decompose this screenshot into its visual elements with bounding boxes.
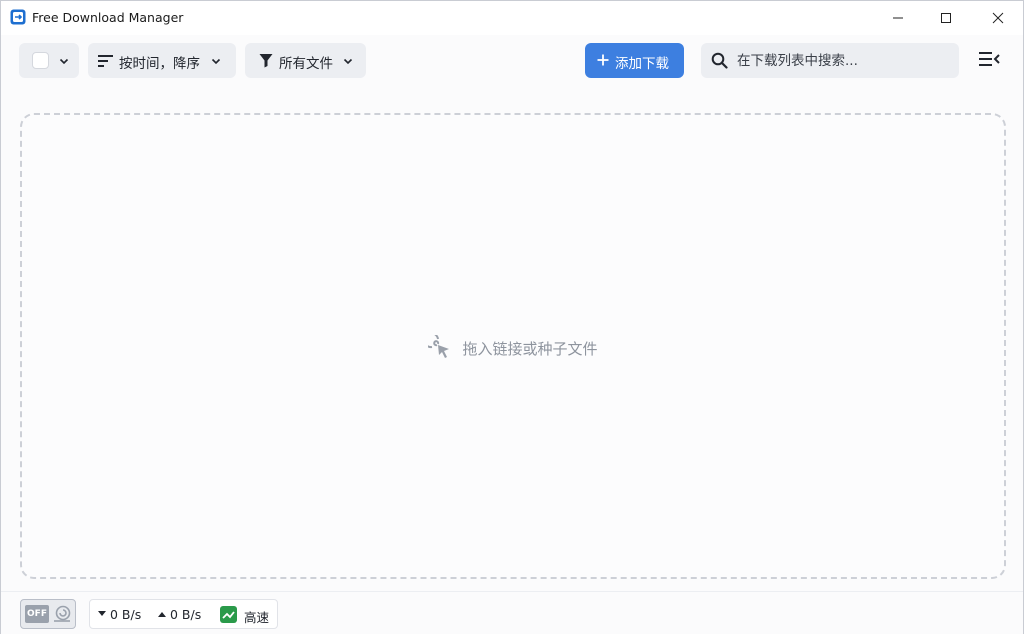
search-box[interactable] xyxy=(701,43,959,78)
status-bar: OFF 0 B/s 0 B/s 高速 xyxy=(1,591,1023,634)
chevron-down-icon xyxy=(59,58,69,65)
download-arrow-icon xyxy=(98,611,106,616)
minimize-icon xyxy=(893,17,903,19)
title-bar[interactable]: Free Download Manager xyxy=(1,1,1023,35)
drop-hint: 拖入链接或种子文件 xyxy=(22,334,1004,362)
chevron-down-icon xyxy=(211,58,221,65)
filter-label: 所有文件 xyxy=(279,56,333,72)
download-speed: 0 B/s xyxy=(110,607,142,622)
search-input[interactable] xyxy=(737,50,947,72)
menu-collapse-icon xyxy=(979,52,1000,66)
trend-up-icon xyxy=(220,606,237,623)
close-icon xyxy=(992,12,1004,24)
cursor-click-icon xyxy=(428,335,454,361)
add-download-button[interactable]: 添加下载 xyxy=(585,43,684,78)
add-download-label: 添加下载 xyxy=(615,56,669,72)
close-button[interactable] xyxy=(975,1,1021,35)
sort-dropdown[interactable]: 按时间，降序 xyxy=(88,43,236,78)
select-all-dropdown[interactable] xyxy=(19,43,79,78)
sidebar-toggle-button[interactable] xyxy=(979,51,1007,73)
speed-mode-label: 高速 xyxy=(244,610,270,625)
maximize-button[interactable] xyxy=(923,1,969,35)
app-window: Free Download Manager 按时间，降序 所有文件 添加下载 在… xyxy=(0,0,1024,634)
drop-zone[interactable]: 拖入链接或种子文件 xyxy=(20,113,1006,579)
search-icon xyxy=(711,52,728,69)
upload-arrow-icon xyxy=(158,612,166,617)
window-title: Free Download Manager xyxy=(32,10,184,25)
snail-icon xyxy=(54,605,71,622)
funnel-icon xyxy=(259,54,273,68)
drop-hint-text: 拖入链接或种子文件 xyxy=(462,339,598,358)
snail-mode-state: OFF xyxy=(25,605,49,623)
chevron-down-icon xyxy=(343,58,353,65)
sort-lines-icon xyxy=(98,55,113,67)
minimize-button[interactable] xyxy=(875,1,921,35)
sort-label: 按时间，降序 xyxy=(119,56,200,72)
speed-panel[interactable]: 0 B/s 0 B/s 高速 xyxy=(89,599,278,629)
upload-speed: 0 B/s xyxy=(170,607,202,622)
fdm-app-icon xyxy=(10,9,26,25)
select-all-checkbox[interactable] xyxy=(32,52,49,69)
maximize-icon xyxy=(941,13,951,23)
plus-icon xyxy=(597,54,609,66)
snail-mode-toggle[interactable]: OFF xyxy=(20,599,76,629)
toolbar: 按时间，降序 所有文件 添加下载 xyxy=(1,35,1023,89)
filter-dropdown[interactable]: 所有文件 xyxy=(245,43,366,78)
